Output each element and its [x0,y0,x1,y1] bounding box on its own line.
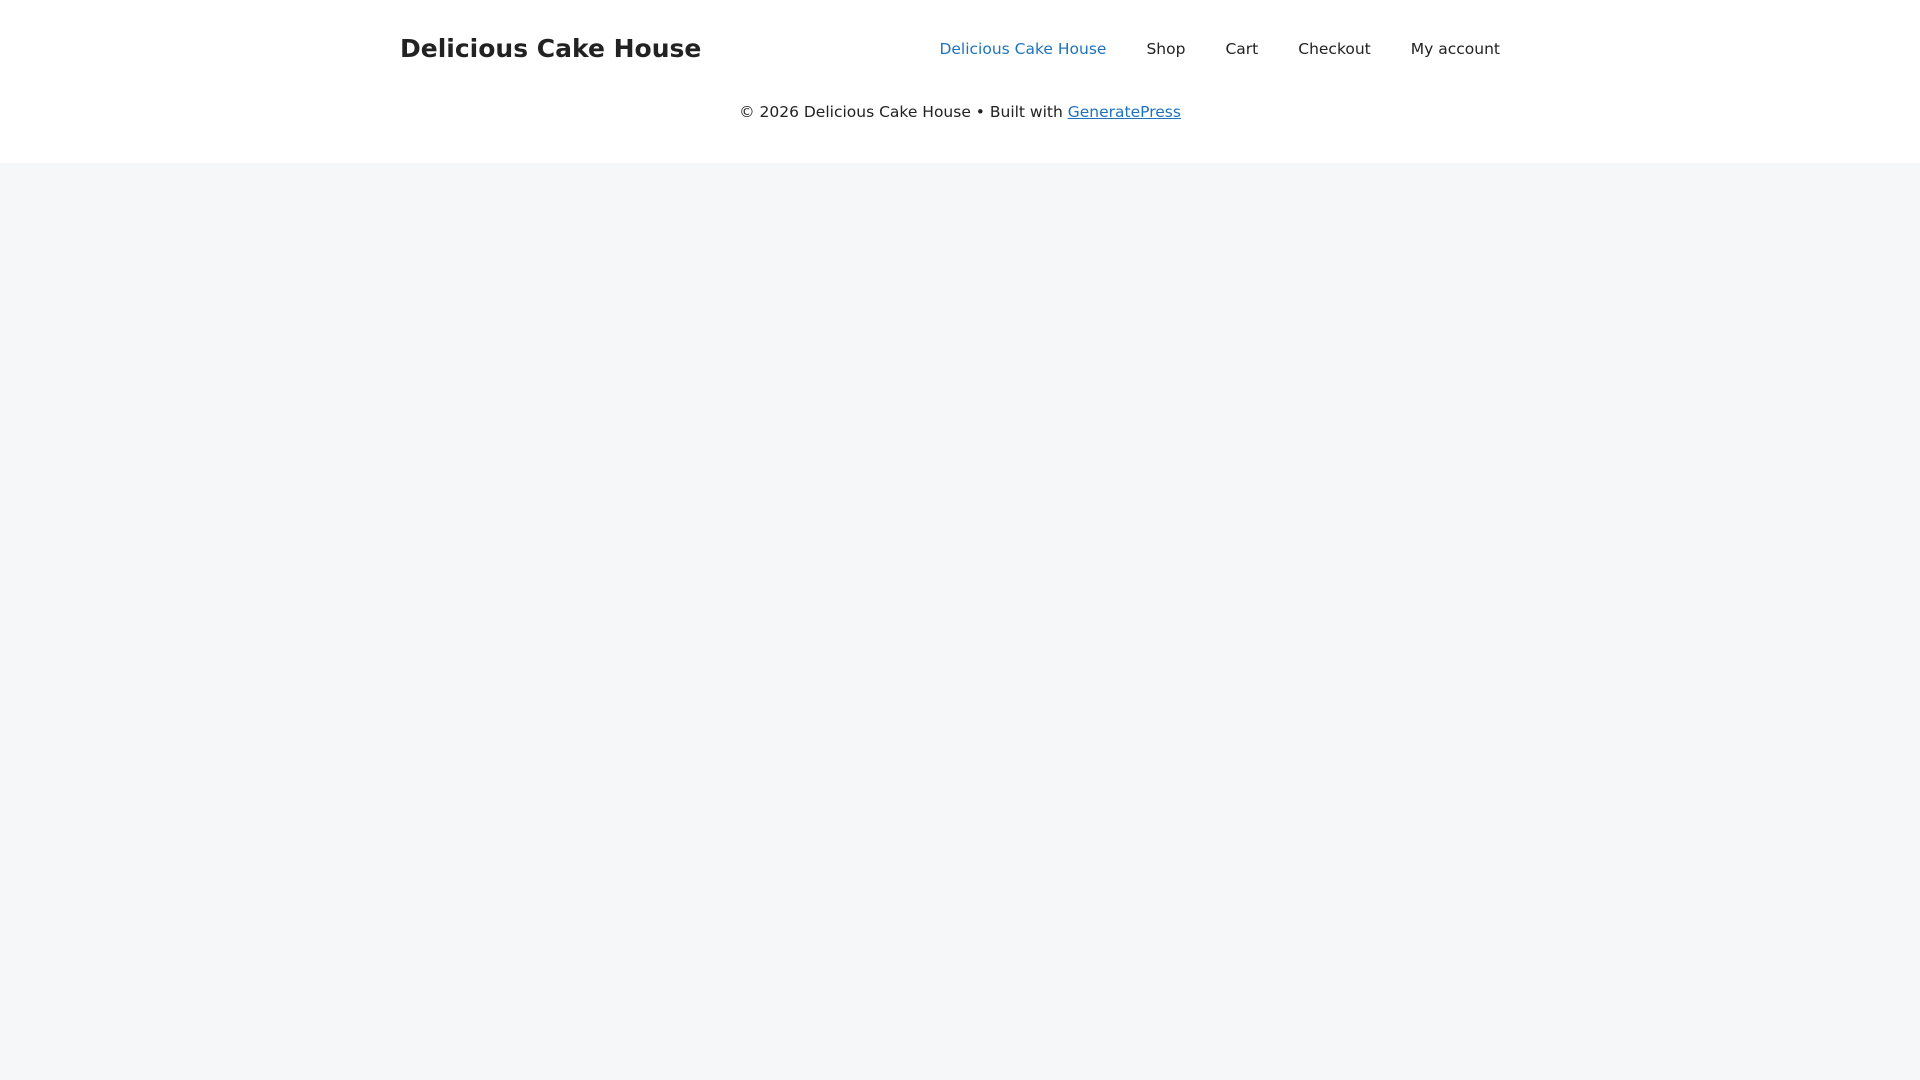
site-header: Delicious Cake House Delicious Cake Hous… [0,0,1920,98]
page-body [0,163,1920,1080]
generatepress-link[interactable]: GeneratePress [1068,103,1181,121]
nav-item-home[interactable]: Delicious Cake House [919,0,1126,98]
nav-item-my-account[interactable]: My account [1391,0,1520,98]
nav-item-shop[interactable]: Shop [1126,0,1205,98]
copyright-text: © 2026 Delicious Cake House • Built with [739,103,1068,121]
main-navigation: Delicious Cake House Shop Cart Checkout … [919,0,1520,98]
header-inner: Delicious Cake House Delicious Cake Hous… [400,0,1520,98]
nav-item-checkout[interactable]: Checkout [1278,0,1391,98]
site-title[interactable]: Delicious Cake House [400,33,701,65]
site-footer: © 2026 Delicious Cake House • Built with… [0,98,1920,163]
nav-item-cart[interactable]: Cart [1205,0,1278,98]
